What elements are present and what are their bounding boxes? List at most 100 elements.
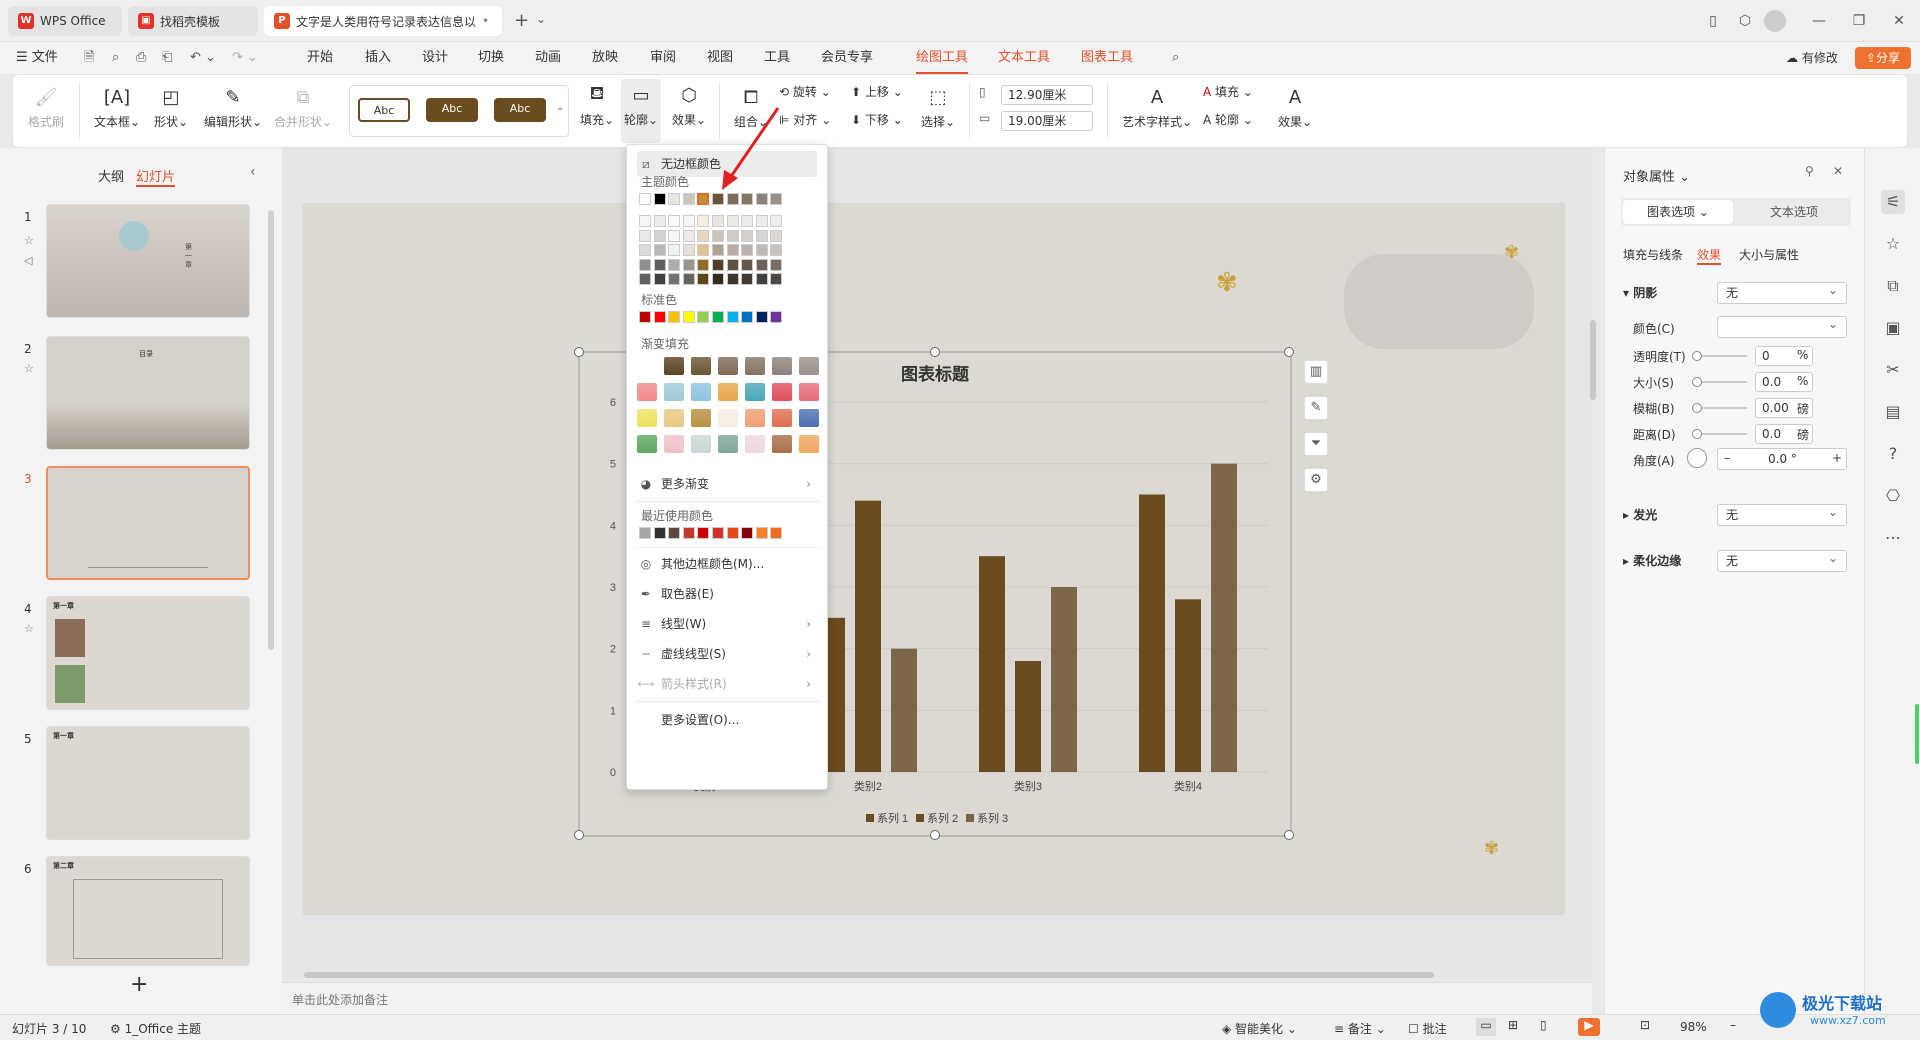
menu-review[interactable]: 审阅 [650, 42, 676, 74]
shade-color-swatch[interactable] [741, 215, 754, 227]
file-menu[interactable]: ☰ 文件 [16, 42, 58, 74]
avatar[interactable] [1764, 10, 1786, 32]
recent-color-swatch[interactable] [726, 527, 739, 539]
bar-3-4[interactable] [1211, 463, 1237, 772]
preview-icon[interactable]: ⎗ [162, 42, 172, 74]
slider-thumb[interactable] [1692, 403, 1702, 413]
shade-color-swatch[interactable] [668, 273, 681, 285]
add-slide-button[interactable]: + [130, 972, 148, 997]
fit-window-icon[interactable]: ⊡ [1640, 1018, 1650, 1032]
grid-view-icon[interactable]: ⊞ [1508, 1018, 1518, 1032]
shade-color-swatch[interactable] [726, 244, 739, 256]
modified-status[interactable]: ☁ 有修改 [1786, 42, 1838, 74]
shade-color-swatch[interactable] [668, 244, 681, 256]
menu-transition[interactable]: 切换 [478, 42, 504, 74]
shade-color-swatch[interactable] [712, 273, 724, 285]
shade-color-swatch[interactable] [697, 229, 710, 242]
height-field[interactable]: 19.00厘米 [1001, 111, 1093, 131]
outline-button[interactable]: ▭ 轮廓⌄ [621, 79, 661, 143]
shade-color-swatch[interactable] [755, 258, 768, 271]
standard-color-swatch[interactable] [697, 311, 710, 323]
menu-design[interactable]: 设计 [422, 42, 448, 74]
gradient-swatch[interactable] [691, 409, 711, 427]
slider-thumb[interactable] [1692, 377, 1702, 387]
chart-elements-icon[interactable]: ▥ [1304, 360, 1328, 384]
menu-tools[interactable]: 工具 [764, 42, 790, 74]
style-sample-2[interactable]: Abc [426, 98, 478, 122]
shade-color-swatch[interactable] [726, 273, 739, 285]
shadow-section[interactable]: ▾ 阴影 [1623, 284, 1657, 301]
share-button[interactable]: ⇪分享 [1855, 47, 1911, 69]
zoom-level[interactable]: 98% [1680, 1020, 1707, 1034]
angle-stepper[interactable]: – 0.0 ° + [1717, 448, 1847, 470]
panel-title[interactable]: 对象属性 ⌄ [1623, 166, 1690, 185]
gradient-swatch[interactable] [745, 383, 765, 401]
shade-color-swatch[interactable] [770, 258, 783, 271]
standard-color-swatch[interactable] [653, 311, 666, 323]
vertical-scrollbar[interactable] [1590, 320, 1596, 400]
fill-line-subtab[interactable]: 填充与线条 [1623, 246, 1683, 263]
blur-slider[interactable] [1692, 403, 1747, 413]
arrow-style-item[interactable]: ⟷ 箭头样式(R) › [637, 671, 817, 697]
shade-color-swatch[interactable] [639, 244, 651, 256]
collapse-panel-icon[interactable]: ‹ [250, 164, 256, 180]
plugin-icon[interactable]: ⎔ [1881, 484, 1905, 508]
gradient-swatch[interactable] [664, 383, 684, 401]
shadow-dropdown[interactable]: 无 [1717, 280, 1847, 304]
gradient-swatch[interactable] [772, 409, 792, 427]
copy-icon[interactable]: ⧉ [1881, 274, 1905, 298]
shade-color-swatch[interactable] [755, 215, 768, 227]
shade-color-swatch[interactable] [755, 273, 768, 285]
menu-chart-tools[interactable]: 图表工具 [1081, 42, 1133, 74]
slides-tab[interactable]: 幻灯片 [136, 166, 176, 187]
shade-color-swatch[interactable] [755, 229, 768, 242]
angle-dial[interactable] [1687, 448, 1707, 468]
shade-color-swatch[interactable] [726, 229, 739, 242]
minus-icon[interactable]: – [1724, 451, 1730, 465]
theme-color-swatch[interactable] [755, 193, 768, 205]
fill-button[interactable]: ⛾ 填充⌄ [579, 83, 615, 128]
shade-color-swatch[interactable] [639, 273, 651, 285]
style-sample-1[interactable]: Abc [358, 98, 410, 122]
shade-color-swatch[interactable] [653, 244, 666, 256]
select-button[interactable]: ⬚ 选择⌄ [917, 85, 959, 130]
gradient-swatch[interactable] [772, 435, 792, 453]
menu-drawing-tools[interactable]: 绘图工具 [916, 42, 969, 74]
art-style-button[interactable]: A 艺术字样式⌄ [1121, 85, 1193, 130]
cube-icon[interactable]: ⬡ [1732, 10, 1758, 32]
tab-daoke-template[interactable]: ▣ 找稻壳模板 [128, 6, 258, 36]
bar-1-3[interactable] [979, 556, 1005, 772]
redo-icon[interactable]: ↷ ⌄ [232, 42, 258, 74]
menu-member[interactable]: 会员专享 [821, 42, 873, 74]
glow-section[interactable]: ▸ 发光 [1623, 506, 1657, 523]
shade-color-swatch[interactable] [682, 244, 695, 256]
gradient-swatch[interactable] [718, 383, 738, 401]
slide-thumb-6[interactable]: 第二章 [46, 856, 250, 966]
horizontal-scrollbar[interactable] [304, 972, 1434, 978]
gradient-swatch[interactable] [745, 357, 765, 375]
shade-color-swatch[interactable] [682, 273, 695, 285]
shape-button[interactable]: ◰ 形状⌄ [149, 85, 193, 130]
soft-edge-section[interactable]: ▸ 柔化边缘 [1623, 552, 1681, 569]
size-property-subtab[interactable]: 大小与属性 [1739, 246, 1799, 263]
align-button[interactable]: ⊫ 对齐 ⌄ [779, 111, 835, 128]
shade-color-swatch[interactable] [770, 273, 783, 285]
theme-color-swatch[interactable] [770, 193, 783, 205]
theme-color-swatch[interactable] [697, 193, 710, 205]
gradient-swatch[interactable] [691, 383, 711, 401]
text-options-tab[interactable]: 文本选项 [1741, 200, 1847, 224]
distance-slider[interactable] [1692, 429, 1747, 439]
undo-icon[interactable]: ↶ ⌄ [190, 42, 216, 74]
gradient-swatch[interactable] [718, 357, 738, 375]
slide-canvas[interactable]: ✾ ✾ ✾ 图表标题 0123456 类别1类别2类别3类别4 系列 1系列 2… [304, 204, 1564, 914]
recent-color-swatch[interactable] [741, 527, 754, 539]
bar-2-4[interactable] [1175, 599, 1201, 772]
bar-1-4[interactable] [1139, 494, 1165, 773]
gradient-swatch[interactable] [799, 409, 819, 427]
gradient-swatch[interactable] [772, 357, 792, 375]
resize-handle[interactable] [1284, 347, 1294, 357]
shade-color-swatch[interactable] [697, 215, 710, 227]
recent-color-swatch[interactable] [653, 527, 666, 539]
standard-color-swatch[interactable] [770, 311, 783, 323]
move-up-button[interactable]: ⬆ 上移 ⌄ [851, 83, 907, 100]
